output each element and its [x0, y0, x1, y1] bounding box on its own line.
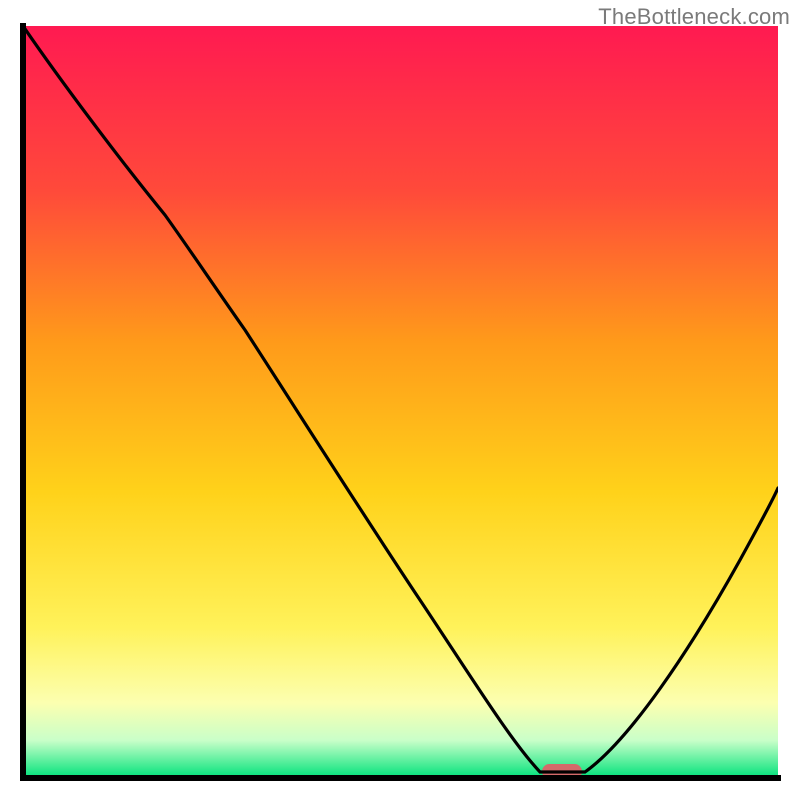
chart-svg	[0, 0, 800, 800]
chart-container: TheBottleneck.com	[0, 0, 800, 800]
plot-background	[23, 26, 778, 778]
watermark-text: TheBottleneck.com	[598, 4, 790, 30]
